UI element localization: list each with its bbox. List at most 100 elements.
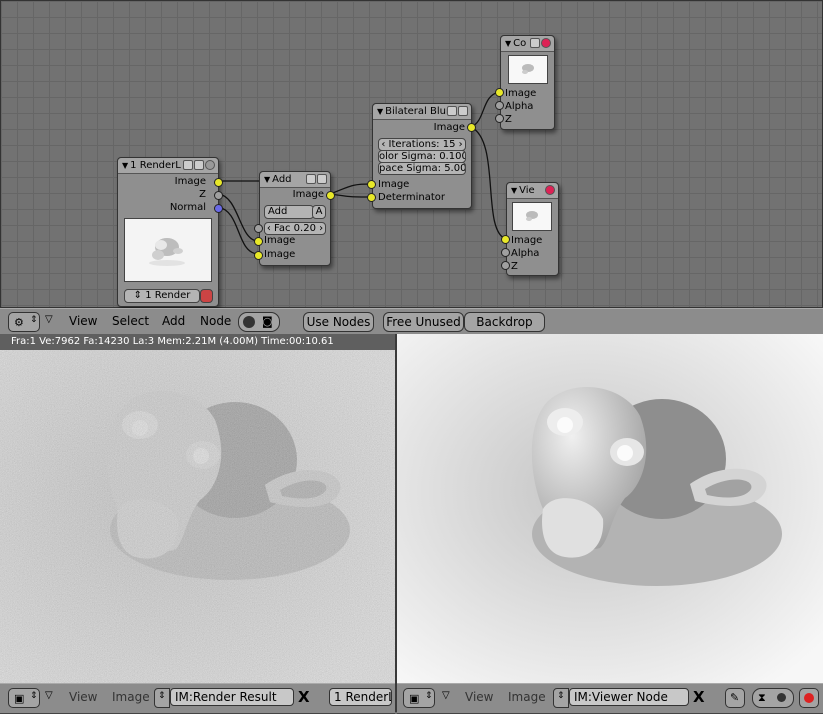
- render-layers-node-title: 1 RenderL: [130, 160, 181, 171]
- menu-view-right[interactable]: View: [465, 690, 493, 704]
- collapse-triangle-icon[interactable]: ▼: [505, 39, 511, 48]
- socket-render-z[interactable]: [214, 191, 223, 200]
- image-name-field-right[interactable]: IM:Viewer Node: [569, 688, 689, 706]
- use-nodes-button[interactable]: Use Nodes: [303, 312, 374, 332]
- node-sphere-icon[interactable]: [205, 160, 215, 170]
- socket-blur-image[interactable]: [367, 180, 376, 189]
- node-editor-canvas[interactable]: ▼ 1 RenderL Image Z Normal ⇕ 1 Render ▼ Ad…: [0, 0, 823, 308]
- menu-image-left[interactable]: Image: [112, 690, 150, 704]
- image-editor-header-left: ▣ ⇕ ▽ View Image ⇕ IM:Render Result X 1 …: [0, 683, 395, 714]
- arrow-right-icon: ›: [319, 223, 324, 234]
- add-input-label-image-2: Image: [264, 249, 296, 260]
- render-layer-selector[interactable]: ⇕ 1 Render: [124, 289, 200, 303]
- collapse-triangle-icon[interactable]: ▼: [511, 186, 517, 195]
- tree-type-toggle[interactable]: ◙: [238, 312, 280, 332]
- backdrop-button[interactable]: Backdrop: [464, 312, 545, 332]
- socket-render-normal[interactable]: [214, 204, 223, 213]
- node-active-icon[interactable]: [545, 185, 555, 195]
- record-button[interactable]: [799, 688, 819, 708]
- space-sigma-label: pace Sigma: 5.00: [379, 163, 466, 174]
- render-result-image[interactable]: [0, 350, 395, 683]
- render-layer-icon[interactable]: [200, 289, 213, 303]
- socket-viewer-z[interactable]: [501, 261, 510, 270]
- render-layer-selector-label: 1 Render: [145, 290, 191, 301]
- collapse-menu-triangle-icon[interactable]: ▽: [45, 314, 53, 325]
- texture-paint-toggle[interactable]: ⧗: [752, 688, 794, 708]
- collapse-triangle-icon[interactable]: ▼: [122, 161, 128, 170]
- collapse-triangle-icon[interactable]: ▼: [377, 107, 383, 116]
- socket-blur-determinator[interactable]: [367, 193, 376, 202]
- image-editor-icon: ▣: [14, 692, 25, 705]
- socket-viewer-alpha[interactable]: [501, 248, 510, 257]
- node-options-icon[interactable]: [317, 174, 327, 184]
- image-editor-header-right: ▣ ⇕ ▽ View Image ⇕ IM:Viewer Node X ✎ ⧗: [397, 683, 823, 714]
- socket-viewer-image[interactable]: [501, 235, 510, 244]
- menu-node[interactable]: Node: [200, 314, 231, 328]
- close-icon[interactable]: X: [298, 689, 310, 705]
- add-node-header[interactable]: ▼ Add: [260, 172, 330, 188]
- node-options-icon[interactable]: [194, 160, 204, 170]
- dropdown-arrows-icon: ⇕: [557, 691, 565, 701]
- alpha-toggle-button[interactable]: A: [312, 205, 326, 219]
- render-layer-field[interactable]: 1 RenderL: [329, 688, 392, 706]
- collapse-menu-triangle-icon[interactable]: ▽: [442, 690, 450, 701]
- blur-input-label-determinator: Determinator: [378, 192, 445, 203]
- editor-type-menu-right[interactable]: ▣ ⇕: [403, 688, 435, 708]
- fac-slider[interactable]: ‹ Fac 0.20 ›: [264, 222, 326, 235]
- render-status-info: Fra:1 Ve:7962 Fa:14230 La:3 Mem:2.21M (4…: [0, 334, 395, 350]
- blend-mode-dropdown[interactable]: Add: [264, 205, 314, 219]
- composite-input-label-z: Z: [505, 114, 512, 125]
- image-editor-icon: ▣: [409, 692, 420, 705]
- node-preview-icon[interactable]: [306, 174, 316, 184]
- alpha-toggle-label: A: [315, 206, 323, 217]
- add-node-title: Add: [272, 174, 292, 185]
- composite-node[interactable]: ▼ Co Image Alpha Z: [500, 35, 555, 130]
- node-preview-icon[interactable]: [447, 106, 457, 116]
- socket-add-fac[interactable]: [254, 224, 263, 233]
- editor-type-menu[interactable]: ⚙ ⇕: [8, 312, 40, 332]
- viewer-node[interactable]: ▼ Vie Image Alpha Z: [506, 182, 559, 276]
- node-preview-icon[interactable]: [530, 38, 540, 48]
- collapse-menu-triangle-icon[interactable]: ▽: [45, 690, 53, 701]
- viewer-node-image[interactable]: [397, 334, 823, 683]
- image-name-left: IM:Render Result: [175, 690, 277, 704]
- image-browse-button-right[interactable]: ⇕: [553, 688, 569, 708]
- menu-view-left[interactable]: View: [69, 690, 97, 704]
- close-icon[interactable]: X: [693, 689, 705, 705]
- collapse-triangle-icon[interactable]: ▼: [264, 175, 270, 184]
- socket-add-image-2[interactable]: [254, 251, 263, 260]
- node-active-icon[interactable]: [541, 38, 551, 48]
- socket-render-image[interactable]: [214, 178, 223, 187]
- render-layers-node[interactable]: ▼ 1 RenderL Image Z Normal ⇕ 1 Render: [117, 157, 219, 307]
- render-layers-node-header[interactable]: ▼ 1 RenderL: [118, 158, 218, 174]
- image-name-right: IM:Viewer Node: [574, 690, 668, 704]
- composite-node-header[interactable]: ▼ Co: [501, 36, 554, 52]
- menu-add[interactable]: Add: [162, 314, 185, 328]
- menu-select[interactable]: Select: [112, 314, 149, 328]
- render-preview-thumbnail: [124, 218, 212, 282]
- smooth-monkey-render: [397, 334, 823, 683]
- socket-blur-output[interactable]: [467, 123, 476, 132]
- socket-add-image-1[interactable]: [254, 237, 263, 246]
- free-unused-button[interactable]: Free Unused: [383, 312, 464, 332]
- node-preview-icon[interactable]: [183, 160, 193, 170]
- socket-composite-image[interactable]: [495, 88, 504, 97]
- bilateral-blur-node[interactable]: ▼ Bilateral Blur Image ‹ Iterations: 15 ›…: [372, 103, 472, 209]
- space-sigma-field[interactable]: pace Sigma: 5.00: [378, 162, 466, 175]
- dropdown-arrows-icon: ⇕: [30, 315, 38, 325]
- viewer-node-header[interactable]: ▼ Vie: [507, 183, 558, 199]
- menu-view[interactable]: View: [69, 314, 97, 328]
- editor-type-menu-left[interactable]: ▣ ⇕: [8, 688, 40, 708]
- bilateral-blur-node-header[interactable]: ▼ Bilateral Blur: [373, 104, 471, 120]
- node-options-icon[interactable]: [458, 106, 468, 116]
- socket-add-output[interactable]: [326, 191, 335, 200]
- socket-composite-z[interactable]: [495, 114, 504, 123]
- menu-image-right[interactable]: Image: [508, 690, 546, 704]
- link-render-z-to-add-image1: [217, 193, 258, 242]
- image-name-field-left[interactable]: IM:Render Result: [170, 688, 294, 706]
- image-browse-button-left[interactable]: ⇕: [154, 688, 170, 708]
- node-editor-icon: ⚙: [14, 316, 24, 329]
- add-mix-node[interactable]: ▼ Add Image Add A ‹ Fac 0.20 › Image Imag…: [259, 171, 331, 266]
- pin-image-button[interactable]: ✎: [725, 688, 745, 708]
- socket-composite-alpha[interactable]: [495, 101, 504, 110]
